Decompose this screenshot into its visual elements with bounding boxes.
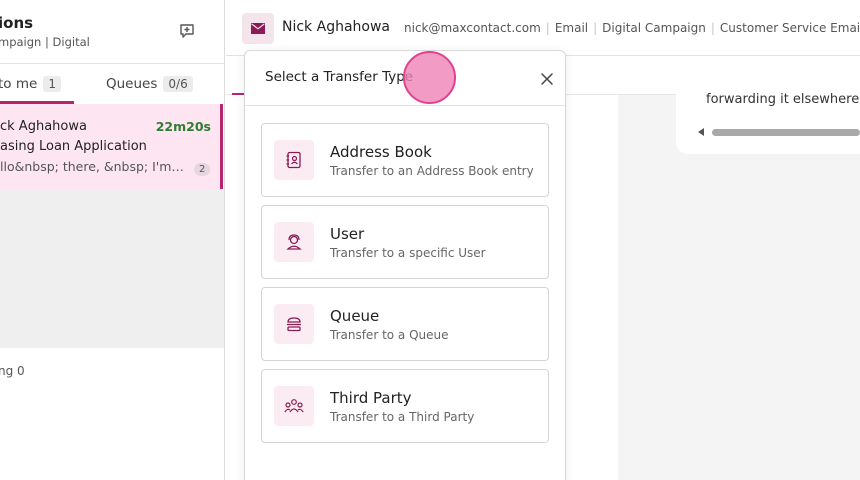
option-title: User — [330, 225, 365, 243]
conversations-footer: ng 0 — [0, 364, 25, 378]
option-description: Transfer to a Queue — [330, 328, 449, 342]
option-description: Transfer to a specific User — [330, 246, 486, 260]
tab-assigned-to-me[interactable]: to me 1 — [0, 64, 74, 104]
transfer-type-dialog: Select a Transfer Type Address Book Tran… — [244, 50, 566, 480]
option-description: Transfer to an Address Book entry — [330, 164, 534, 178]
conversation-timer: 22m20s — [155, 119, 211, 134]
contact-name: Nick Aghahowa — [282, 19, 391, 35]
conversation-contact-name: ck Aghahowa — [0, 119, 87, 134]
contact-header: Nick Aghahowa nick@maxcontact.com | Email |… — [226, 0, 860, 56]
new-conversation-icon[interactable] — [178, 22, 196, 40]
conversations-title: ions — [0, 14, 34, 32]
contact-campaign: Digital Campaign — [602, 21, 706, 35]
option-title: Address Book — [330, 143, 432, 161]
tab-queues-label: Queues — [106, 76, 158, 92]
email-icon — [251, 23, 265, 34]
message-bubble: forwarding it elsewhere. — [676, 80, 860, 154]
address-book-icon — [274, 140, 314, 180]
transfer-option-address-book[interactable]: Address Book Transfer to an Address Book… — [261, 123, 549, 197]
queue-icon — [274, 304, 314, 344]
close-icon[interactable] — [539, 71, 555, 87]
avatar — [242, 13, 274, 44]
conversations-header: ions mpaign | Digital — [0, 0, 224, 64]
tab-queues-count: 0/6 — [163, 76, 193, 92]
conversations-panel: ions mpaign | Digital to me 1 Queues 0/6… — [0, 0, 225, 480]
user-icon — [274, 222, 314, 262]
conversation-list-empty-area — [0, 189, 224, 348]
conversation-subject: asing Loan Application — [0, 139, 147, 154]
conversation-preview: llo&nbsp; there, &nbsp; I'm ... — [0, 159, 184, 174]
conversation-tabs: to me 1 Queues 0/6 — [0, 64, 224, 104]
third-party-icon — [274, 386, 314, 426]
contact-meta: nick@maxcontact.com | Email | Digital Campai… — [404, 21, 860, 35]
tab-assigned-label: to me — [0, 76, 38, 92]
transfer-option-user[interactable]: User Transfer to a specific User — [261, 205, 549, 279]
option-title: Queue — [330, 307, 380, 325]
contact-channel: Email — [554, 21, 589, 35]
option-description: Transfer to a Third Party — [330, 410, 475, 424]
dialog-title: Select a Transfer Type — [265, 69, 414, 85]
contact-email: nick@maxcontact.com — [404, 21, 541, 35]
conversation-card[interactable]: ck Aghahowa 22m20s asing Loan Applicatio… — [0, 104, 223, 189]
message-count-badge: 2 — [194, 163, 211, 176]
horizontal-scrollbar[interactable] — [712, 129, 860, 136]
contact-team: Customer Service Email — [719, 21, 860, 35]
transfer-option-queue[interactable]: Queue Transfer to a Queue — [261, 287, 549, 361]
tab-assigned-count: 1 — [43, 76, 61, 92]
conversations-subtitle: mpaign | Digital — [0, 35, 90, 49]
cursor-indicator — [403, 51, 456, 104]
option-title: Third Party — [330, 389, 412, 407]
tab-queues[interactable]: Queues 0/6 — [106, 64, 193, 104]
transfer-option-third-party[interactable]: Third Party Transfer to a Third Party — [261, 369, 549, 443]
message-text: forwarding it elsewhere. — [706, 92, 860, 107]
scroll-left-arrow[interactable] — [698, 128, 704, 136]
